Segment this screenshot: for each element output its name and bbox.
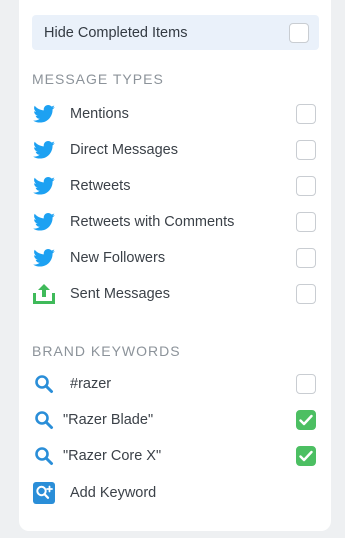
message-type-label: Retweets with Comments <box>70 214 235 230</box>
retweets-checkbox[interactable] <box>296 176 316 196</box>
message-type-mentions[interactable]: Mentions <box>32 96 319 132</box>
retweets-with-comments-checkbox[interactable] <box>296 212 316 232</box>
keyword-checkbox[interactable] <box>296 446 316 466</box>
search-icon <box>32 445 56 467</box>
brand-keywords-title: BRAND KEYWORDS <box>32 343 181 359</box>
checkmark-icon <box>299 450 313 462</box>
message-type-label: Retweets <box>70 178 131 194</box>
direct-messages-checkbox[interactable] <box>296 140 316 160</box>
message-types-title: MESSAGE TYPES <box>32 71 164 87</box>
message-type-direct-messages[interactable]: Direct Messages <box>32 132 319 168</box>
keyword-label: "Razer Blade" <box>63 412 154 428</box>
twitter-icon <box>32 211 56 233</box>
message-type-label: Sent Messages <box>70 286 170 302</box>
new-followers-checkbox[interactable] <box>296 248 316 268</box>
upload-icon <box>32 283 56 305</box>
checkmark-icon <box>299 414 313 426</box>
search-icon <box>32 409 56 431</box>
twitter-icon <box>32 139 56 161</box>
message-type-label: Mentions <box>70 106 129 122</box>
hide-completed-row[interactable]: Hide Completed Items <box>32 15 319 50</box>
add-search-icon <box>32 482 56 504</box>
hide-completed-label: Hide Completed Items <box>44 24 188 41</box>
keyword-checkbox[interactable] <box>296 410 316 430</box>
message-type-retweets-with-comments[interactable]: Retweets with Comments <box>32 204 319 240</box>
twitter-icon <box>32 175 56 197</box>
search-icon <box>32 373 56 395</box>
keyword-row[interactable]: "Razer Core X" <box>32 438 319 474</box>
hide-completed-checkbox[interactable] <box>289 23 309 43</box>
message-type-label: Direct Messages <box>70 142 178 158</box>
message-type-label: New Followers <box>70 250 166 266</box>
add-keyword-label: Add Keyword <box>70 485 157 501</box>
keyword-row[interactable]: "Razer Blade" <box>32 402 319 438</box>
twitter-icon <box>32 247 56 269</box>
keyword-checkbox[interactable] <box>296 374 316 394</box>
keyword-label: "Razer Core X" <box>63 448 162 464</box>
keyword-label: #razer <box>70 376 112 392</box>
keyword-row[interactable]: #razer <box>32 366 319 402</box>
message-type-new-followers[interactable]: New Followers <box>32 240 319 276</box>
message-type-sent-messages[interactable]: Sent Messages <box>32 276 319 312</box>
add-keyword-button[interactable]: Add Keyword <box>32 475 319 511</box>
message-type-retweets[interactable]: Retweets <box>32 168 319 204</box>
mentions-checkbox[interactable] <box>296 104 316 124</box>
sent-messages-checkbox[interactable] <box>296 284 316 304</box>
twitter-icon <box>32 103 56 125</box>
